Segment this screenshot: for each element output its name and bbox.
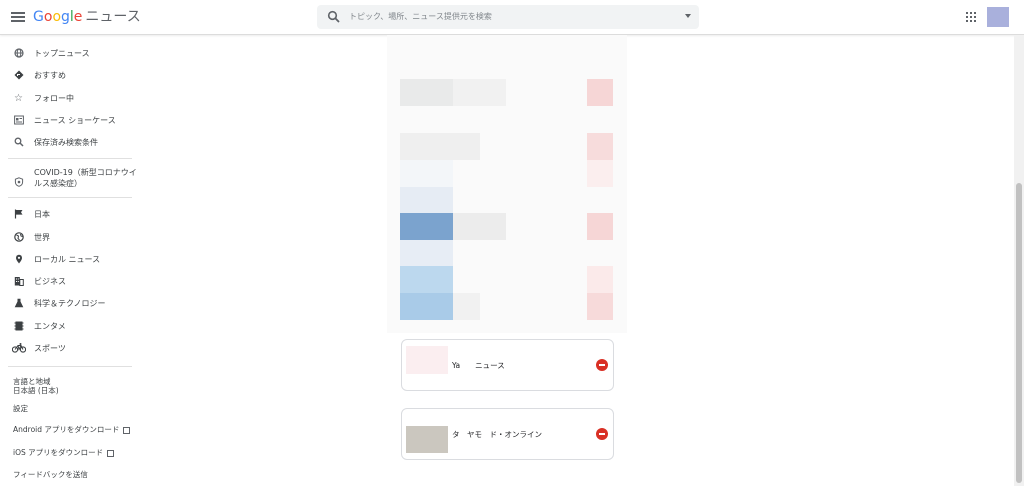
source-card[interactable]: Ya ニュース — [401, 339, 614, 391]
location-pin-icon — [13, 254, 24, 265]
sidebar-item-top-news[interactable]: トップニュース — [0, 44, 140, 62]
blurred-remove-button — [587, 293, 613, 320]
search-bar[interactable]: トピック、場所、ニュース提供元を検索 — [317, 5, 699, 29]
search-icon — [13, 137, 24, 148]
sidebar-item-entertainment[interactable]: エンタメ — [0, 317, 140, 335]
divider — [8, 366, 132, 367]
settings-link[interactable]: 設定 — [13, 403, 28, 414]
blurred-thumbnail — [400, 293, 453, 320]
blurred-remove-button — [587, 160, 613, 187]
open-in-new-icon — [123, 426, 131, 434]
top-app-bar: Google ニュース トピック、場所、ニュース提供元を検索 — [0, 0, 1024, 35]
sidebar-item-business[interactable]: ビジネス — [0, 272, 140, 290]
sidebar-item-label: ニュース ショーケース — [34, 115, 116, 125]
sidebar-item-following[interactable]: ☆ フォロー中 — [0, 89, 140, 107]
ios-app-link[interactable]: iOS アプリをダウンロード — [13, 447, 115, 458]
sidebar: トップニュース おすすめ ☆ フォロー中 ニュース ショーケース 保存済み検索条… — [0, 35, 140, 486]
account-avatar[interactable] — [987, 7, 1009, 27]
sidebar-item-world[interactable]: 世界 — [0, 228, 140, 246]
sidebar-item-label: おすすめ — [34, 70, 66, 80]
sidebar-item-saved-searches[interactable]: 保存済み検索条件 — [0, 133, 140, 151]
blurred-thumbnail — [400, 79, 453, 106]
sidebar-item-sports[interactable]: スポーツ — [0, 339, 140, 357]
sidebar-item-label: トップニュース — [34, 48, 90, 58]
language-region-value[interactable]: 日本語 (日本) — [13, 385, 59, 396]
sidebar-item-label: 日本 — [34, 209, 50, 219]
search-options-dropdown-icon[interactable] — [685, 14, 691, 18]
page-scrollbar[interactable] — [1014, 35, 1024, 486]
sidebar-item-japan[interactable]: 日本 — [0, 205, 140, 223]
sidebar-item-science-tech[interactable]: 科学＆テクノロジー — [0, 294, 140, 312]
sidebar-item-label: エンタメ — [34, 321, 66, 331]
sidebar-item-showcase[interactable]: ニュース ショーケース — [0, 111, 140, 129]
shield-icon — [13, 177, 24, 188]
android-app-link[interactable]: Android アプリをダウンロード — [13, 424, 131, 435]
logo-letter: G — [33, 9, 44, 25]
blurred-thumbnail — [400, 187, 453, 213]
sidebar-item-label: 保存済み検索条件 — [34, 137, 98, 147]
remove-source-icon[interactable] — [596, 359, 608, 371]
search-icon — [327, 10, 340, 23]
product-name: ニュース — [85, 9, 141, 25]
sidebar-item-label: COVID-19（新型コロナウイルス感染症） — [34, 168, 137, 188]
sidebar-item-for-you[interactable]: おすすめ — [0, 66, 140, 84]
blurred-text — [453, 293, 480, 320]
logo-letter: e — [73, 9, 83, 25]
blurred-thumbnail — [400, 266, 453, 293]
flag-icon — [13, 209, 24, 220]
blurred-text — [453, 213, 506, 240]
divider — [8, 197, 132, 198]
logo-letter: o — [52, 9, 62, 25]
sidebar-item-label: フォロー中 — [34, 93, 74, 103]
world-icon — [13, 232, 24, 243]
source-card[interactable]: タ ヤモ ド・オンライン — [401, 408, 614, 460]
remove-source-icon[interactable] — [596, 428, 608, 440]
scrollbar-thumb[interactable] — [1016, 183, 1022, 483]
feedback-link[interactable]: フィードバックを送信 — [13, 469, 88, 480]
hamburger-menu-icon[interactable] — [11, 10, 25, 24]
sidebar-item-label: 科学＆テクノロジー — [34, 298, 106, 308]
blurred-thumbnail — [400, 160, 453, 187]
blurred-remove-button — [587, 133, 613, 160]
source-thumbnail — [406, 426, 448, 453]
bicycle-icon — [12, 343, 26, 354]
film-icon — [13, 321, 24, 332]
star-icon: ☆ — [14, 92, 23, 104]
flask-icon — [13, 298, 24, 309]
sidebar-item-label: ローカル ニュース — [34, 254, 101, 264]
blurred-remove-button — [587, 213, 613, 240]
source-name: Ya ニュース — [452, 361, 505, 370]
logo-letter: g — [61, 9, 70, 25]
diamond-icon — [13, 70, 24, 81]
sidebar-item-covid[interactable]: COVID-19（新型コロナウイルス感染症） — [0, 168, 140, 194]
blurred-text — [400, 133, 480, 160]
source-name: タ ヤモ ド・オンライン — [452, 430, 542, 439]
sidebar-item-local-news[interactable]: ローカル ニュース — [0, 250, 140, 268]
apps-grid-icon[interactable] — [966, 12, 976, 22]
building-icon — [13, 276, 24, 287]
sidebar-item-label: ビジネス — [34, 276, 66, 286]
ios-app-label: iOS アプリをダウンロード — [13, 448, 104, 457]
sidebar-item-label: 世界 — [34, 232, 50, 242]
source-thumbnail — [406, 346, 448, 374]
blurred-thumbnail — [400, 213, 453, 240]
search-placeholder: トピック、場所、ニュース提供元を検索 — [349, 12, 492, 21]
open-in-new-icon — [107, 449, 115, 457]
blurred-thumbnail — [400, 240, 453, 266]
globe-icon — [13, 48, 24, 59]
google-news-logo[interactable]: Google ニュース — [33, 8, 141, 26]
newspaper-icon — [13, 115, 24, 126]
blurred-text — [453, 79, 506, 106]
blurred-remove-button — [587, 266, 613, 293]
android-app-label: Android アプリをダウンロード — [13, 425, 120, 434]
sidebar-item-label: スポーツ — [34, 343, 66, 353]
divider — [8, 158, 132, 159]
blurred-remove-button — [587, 79, 613, 106]
